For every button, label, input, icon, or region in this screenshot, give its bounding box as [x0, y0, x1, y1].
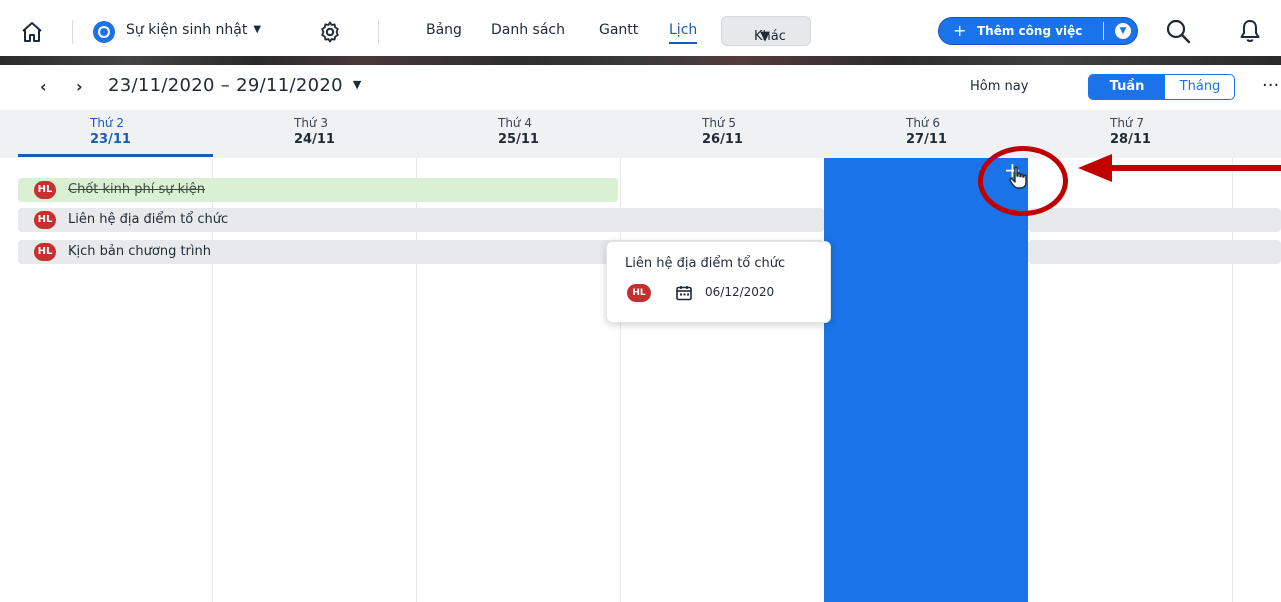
- task-bar[interactable]: HL Chốt kinh phí sự kiện: [18, 178, 618, 202]
- avatar: HL: [34, 211, 56, 229]
- more-options-icon[interactable]: ···: [1262, 75, 1279, 96]
- divider: [378, 20, 379, 44]
- plus-icon: +: [953, 21, 967, 40]
- chevron-down-icon[interactable]: ▼: [1115, 23, 1131, 39]
- task-bar-continuation[interactable]: [1028, 208, 1281, 232]
- day-header[interactable]: Thứ 3 24/11: [294, 116, 354, 147]
- project-switcher[interactable]: Sự kiện sinh nhật ▼: [126, 22, 261, 38]
- day-header[interactable]: Thứ 5 26/11: [702, 116, 762, 147]
- tab-gantt[interactable]: Gantt: [599, 22, 638, 38]
- day-date: 27/11: [906, 132, 947, 147]
- calendar-icon: [676, 286, 692, 301]
- tab-danh-sach[interactable]: Danh sách: [491, 22, 565, 38]
- task-bar-continuation[interactable]: [1028, 240, 1281, 264]
- project-title: Sự kiện sinh nhật: [126, 22, 248, 38]
- today-button[interactable]: Hôm nay: [970, 79, 1028, 94]
- add-task-button[interactable]: + Thêm công việc ▼: [938, 17, 1138, 45]
- tab-bang[interactable]: Bảng: [426, 22, 462, 38]
- tooltip-date: 06/12/2020: [705, 285, 775, 299]
- add-task-label: Thêm công việc: [977, 24, 1083, 38]
- next-week-button[interactable]: ›: [76, 77, 83, 96]
- day-header[interactable]: Thứ 6 27/11: [906, 116, 966, 147]
- arrow-left-icon: [1078, 154, 1281, 182]
- divider: [72, 20, 73, 44]
- day-name: Thứ 5: [702, 116, 736, 130]
- task-label: Liên hệ địa điểm tổ chức: [68, 212, 229, 227]
- chevron-down-icon: ▼: [352, 78, 362, 91]
- day-name: Thứ 7: [1110, 116, 1144, 130]
- date-range-label: 23/11/2020 – 29/11/2020: [108, 75, 343, 96]
- day-name: Thứ 4: [498, 116, 532, 130]
- view-month-button[interactable]: Tháng: [1165, 75, 1234, 99]
- date-toolbar: ‹ › 23/11/2020 – 29/11/2020 ▼ Hôm nay Tuầ…: [0, 65, 1281, 110]
- chevron-down-icon: ▼: [253, 24, 262, 35]
- day-date: 28/11: [1110, 132, 1151, 147]
- active-day-indicator: [18, 154, 213, 157]
- task-bar[interactable]: HL Liên hệ địa điểm tổ chức: [18, 208, 824, 232]
- prev-week-button[interactable]: ‹: [40, 77, 47, 96]
- home-icon[interactable]: [20, 20, 44, 44]
- selected-day-column[interactable]: [824, 158, 1028, 602]
- divider: [1103, 22, 1104, 40]
- task-tooltip: Liên hệ địa điểm tổ chức HL 06/12/2020: [606, 241, 831, 323]
- day-name: Thứ 3: [294, 116, 328, 130]
- day-header[interactable]: Thứ 2 23/11: [90, 116, 150, 147]
- calendar-app: Sự kiện sinh nhật ▼ Bảng Danh sách Gantt …: [0, 0, 1281, 602]
- day-date: 24/11: [294, 132, 335, 147]
- tab-lich[interactable]: Lịch: [669, 22, 698, 44]
- day-header[interactable]: Thứ 4 25/11: [498, 116, 558, 147]
- date-range-picker[interactable]: 23/11/2020 – 29/11/2020 ▼: [108, 75, 362, 96]
- avatar: HL: [34, 243, 56, 261]
- tooltip-title: Liên hệ địa điểm tổ chức: [625, 256, 786, 271]
- tab-khac[interactable]: Khác ▼: [721, 16, 811, 46]
- gear-icon[interactable]: [318, 20, 342, 44]
- day-name: Thứ 6: [906, 116, 940, 130]
- top-bar: Sự kiện sinh nhật ▼ Bảng Danh sách Gantt …: [0, 0, 1281, 58]
- bell-icon[interactable]: [1238, 18, 1262, 44]
- avatar: HL: [627, 284, 651, 302]
- project-icon: [93, 21, 115, 43]
- day-name: Thứ 2: [90, 116, 124, 130]
- day-header[interactable]: Thứ 7 28/11: [1110, 116, 1170, 147]
- avatar: HL: [34, 181, 56, 199]
- task-label: Chốt kinh phí sự kiện: [68, 182, 206, 197]
- highlight-circle: [978, 146, 1068, 216]
- day-date: 23/11: [90, 132, 131, 147]
- day-date: 26/11: [702, 132, 743, 147]
- view-toggle: Tuần Tháng: [1088, 74, 1235, 100]
- day-date: 25/11: [498, 132, 539, 147]
- cover-banner: [0, 56, 1281, 65]
- chevron-down-icon: ▼: [760, 29, 770, 44]
- view-week-button[interactable]: Tuần: [1089, 75, 1165, 99]
- search-icon[interactable]: [1165, 18, 1191, 44]
- task-label: Kịch bản chương trình: [68, 244, 211, 259]
